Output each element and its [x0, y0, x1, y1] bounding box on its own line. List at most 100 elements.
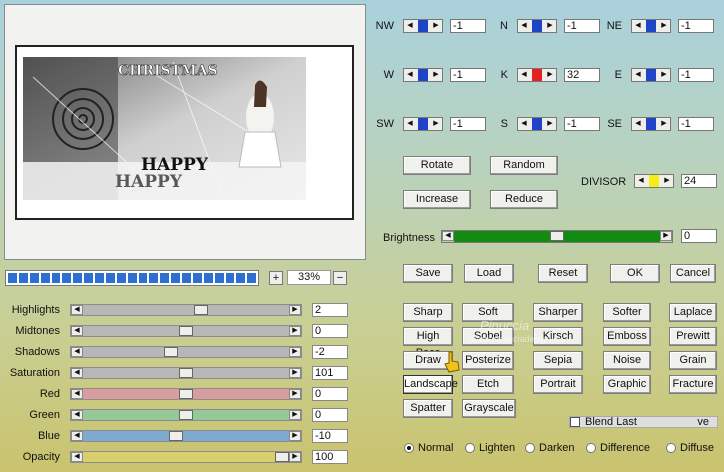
matrix-stepper-n[interactable]: ◀ ▶ [517, 19, 557, 33]
increase-arrow-icon[interactable]: ▶ [430, 118, 442, 130]
mode-diffuse-radio[interactable]: Diffuse [666, 442, 714, 454]
matrix-value-n[interactable]: -1 [564, 19, 600, 33]
save-button[interactable]: Save [403, 264, 453, 283]
matrix-value-nw[interactable]: -1 [450, 19, 486, 33]
red-right-arrow-icon[interactable]: ▶ [289, 389, 301, 399]
increase-arrow-icon[interactable]: ▶ [544, 20, 556, 32]
opacity-thumb[interactable] [275, 452, 289, 462]
brightness-thumb[interactable] [550, 231, 564, 241]
matrix-stepper-k[interactable]: ◀ ▶ [517, 68, 557, 82]
green-right-arrow-icon[interactable]: ▶ [289, 410, 301, 420]
green-left-arrow-icon[interactable]: ◀ [71, 410, 83, 420]
zoom-in-button[interactable]: + [269, 271, 283, 285]
radio-dot-icon[interactable] [465, 443, 475, 453]
preset-spatter-button[interactable]: Spatter [403, 399, 453, 418]
increase-arrow-icon[interactable]: ▶ [658, 20, 670, 32]
green-thumb[interactable] [179, 410, 193, 420]
radio-dot-icon[interactable] [525, 443, 535, 453]
zoom-out-button[interactable]: − [333, 271, 347, 285]
preset-portrait-button[interactable]: Portrait [533, 375, 583, 394]
rotate-button[interactable]: Rotate [403, 156, 471, 175]
radio-dot-icon[interactable] [404, 443, 414, 453]
preset-softer-button[interactable]: Softer [603, 303, 651, 322]
preset-grain-button[interactable]: Grain [669, 351, 717, 370]
matrix-value-se[interactable]: -1 [678, 117, 714, 131]
shadows-slider[interactable]: ◀ ▶ [70, 346, 302, 358]
decrease-arrow-icon[interactable]: ◀ [404, 118, 416, 130]
matrix-stepper-w[interactable]: ◀ ▶ [403, 68, 443, 82]
matrix-stepper-se[interactable]: ◀ ▶ [631, 117, 671, 131]
blue-thumb[interactable] [169, 431, 184, 441]
radio-dot-icon[interactable] [586, 443, 596, 453]
opacity-left-arrow-icon[interactable]: ◀ [71, 452, 83, 462]
blend-last-checkbox[interactable] [570, 417, 580, 427]
preset-emboss-button[interactable]: Emboss [603, 327, 651, 346]
decrease-arrow-icon[interactable]: ◀ [518, 69, 530, 81]
reset-button[interactable]: Reset [538, 264, 588, 283]
mode-lighten-radio[interactable]: Lighten [465, 442, 515, 454]
random-button[interactable]: Random [490, 156, 558, 175]
shadows-value[interactable]: -2 [312, 345, 348, 359]
highlights-value[interactable]: 2 [312, 303, 348, 317]
saturation-value[interactable]: 101 [312, 366, 348, 380]
matrix-value-ne[interactable]: -1 [678, 19, 714, 33]
matrix-stepper-ne[interactable]: ◀ ▶ [631, 19, 671, 33]
preset-high-pass-button[interactable]: High Pass [403, 327, 453, 359]
blue-slider[interactable]: ◀ ▶ [70, 430, 302, 442]
matrix-stepper-sw[interactable]: ◀ ▶ [403, 117, 443, 131]
cancel-button[interactable]: Cancel [670, 264, 716, 283]
brightness-right-arrow-icon[interactable]: ▶ [660, 231, 672, 241]
saturation-slider[interactable]: ◀ ▶ [70, 367, 302, 379]
increase-arrow-icon[interactable]: ▶ [544, 69, 556, 81]
highlights-right-arrow-icon[interactable]: ▶ [289, 305, 301, 315]
brightness-value[interactable]: 0 [681, 229, 717, 243]
preset-fracture-button[interactable]: Fracture [669, 375, 717, 394]
preset-grayscale-button[interactable]: Grayscale [462, 399, 516, 418]
shadows-left-arrow-icon[interactable]: ◀ [71, 347, 83, 357]
blue-value[interactable]: -10 [312, 429, 348, 443]
saturation-thumb[interactable] [179, 368, 193, 378]
preset-posterize-button[interactable]: Posterize [462, 351, 514, 370]
increase-button[interactable]: Increase [403, 190, 471, 209]
midtones-left-arrow-icon[interactable]: ◀ [71, 326, 83, 336]
saturation-right-arrow-icon[interactable]: ▶ [289, 368, 301, 378]
green-slider[interactable]: ◀ ▶ [70, 409, 302, 421]
preset-laplace-button[interactable]: Laplace [669, 303, 717, 322]
preset-graphic-button[interactable]: Graphic [603, 375, 651, 394]
red-value[interactable]: 0 [312, 387, 348, 401]
decrease-arrow-icon[interactable]: ◀ [632, 20, 644, 32]
preset-sharper-button[interactable]: Sharper [533, 303, 583, 322]
divisor-stepper[interactable]: ◀ ▶ [634, 174, 674, 188]
increase-arrow-icon[interactable]: ▶ [430, 20, 442, 32]
preset-prewitt-button[interactable]: Prewitt [669, 327, 717, 346]
midtones-slider[interactable]: ◀ ▶ [70, 325, 302, 337]
red-left-arrow-icon[interactable]: ◀ [71, 389, 83, 399]
matrix-value-sw[interactable]: -1 [450, 117, 486, 131]
increase-arrow-icon[interactable]: ▶ [430, 69, 442, 81]
divisor-increase-arrow-icon[interactable]: ▶ [661, 175, 673, 187]
decrease-arrow-icon[interactable]: ◀ [404, 20, 416, 32]
divisor-value[interactable]: 24 [681, 174, 717, 188]
red-thumb[interactable] [179, 389, 193, 399]
highlights-thumb[interactable] [194, 305, 209, 315]
load-button[interactable]: Load [464, 264, 514, 283]
preset-landscape-button[interactable]: Landscape [403, 375, 458, 394]
preset-sharp-button[interactable]: Sharp [403, 303, 453, 322]
decrease-arrow-icon[interactable]: ◀ [632, 118, 644, 130]
opacity-right-arrow-icon[interactable]: ▶ [289, 452, 301, 462]
opacity-value[interactable]: 100 [312, 450, 348, 464]
increase-arrow-icon[interactable]: ▶ [544, 118, 556, 130]
green-value[interactable]: 0 [312, 408, 348, 422]
decrease-arrow-icon[interactable]: ◀ [632, 69, 644, 81]
ok-button[interactable]: OK [610, 264, 660, 283]
matrix-value-s[interactable]: -1 [564, 117, 600, 131]
brightness-left-arrow-icon[interactable]: ◀ [442, 231, 454, 241]
highlights-left-arrow-icon[interactable]: ◀ [71, 305, 83, 315]
highlights-slider[interactable]: ◀ ▶ [70, 304, 302, 316]
mode-difference-radio[interactable]: Difference [586, 442, 650, 454]
matrix-value-w[interactable]: -1 [450, 68, 486, 82]
red-slider[interactable]: ◀ ▶ [70, 388, 302, 400]
matrix-value-e[interactable]: -1 [678, 68, 714, 82]
increase-arrow-icon[interactable]: ▶ [658, 69, 670, 81]
decrease-arrow-icon[interactable]: ◀ [404, 69, 416, 81]
